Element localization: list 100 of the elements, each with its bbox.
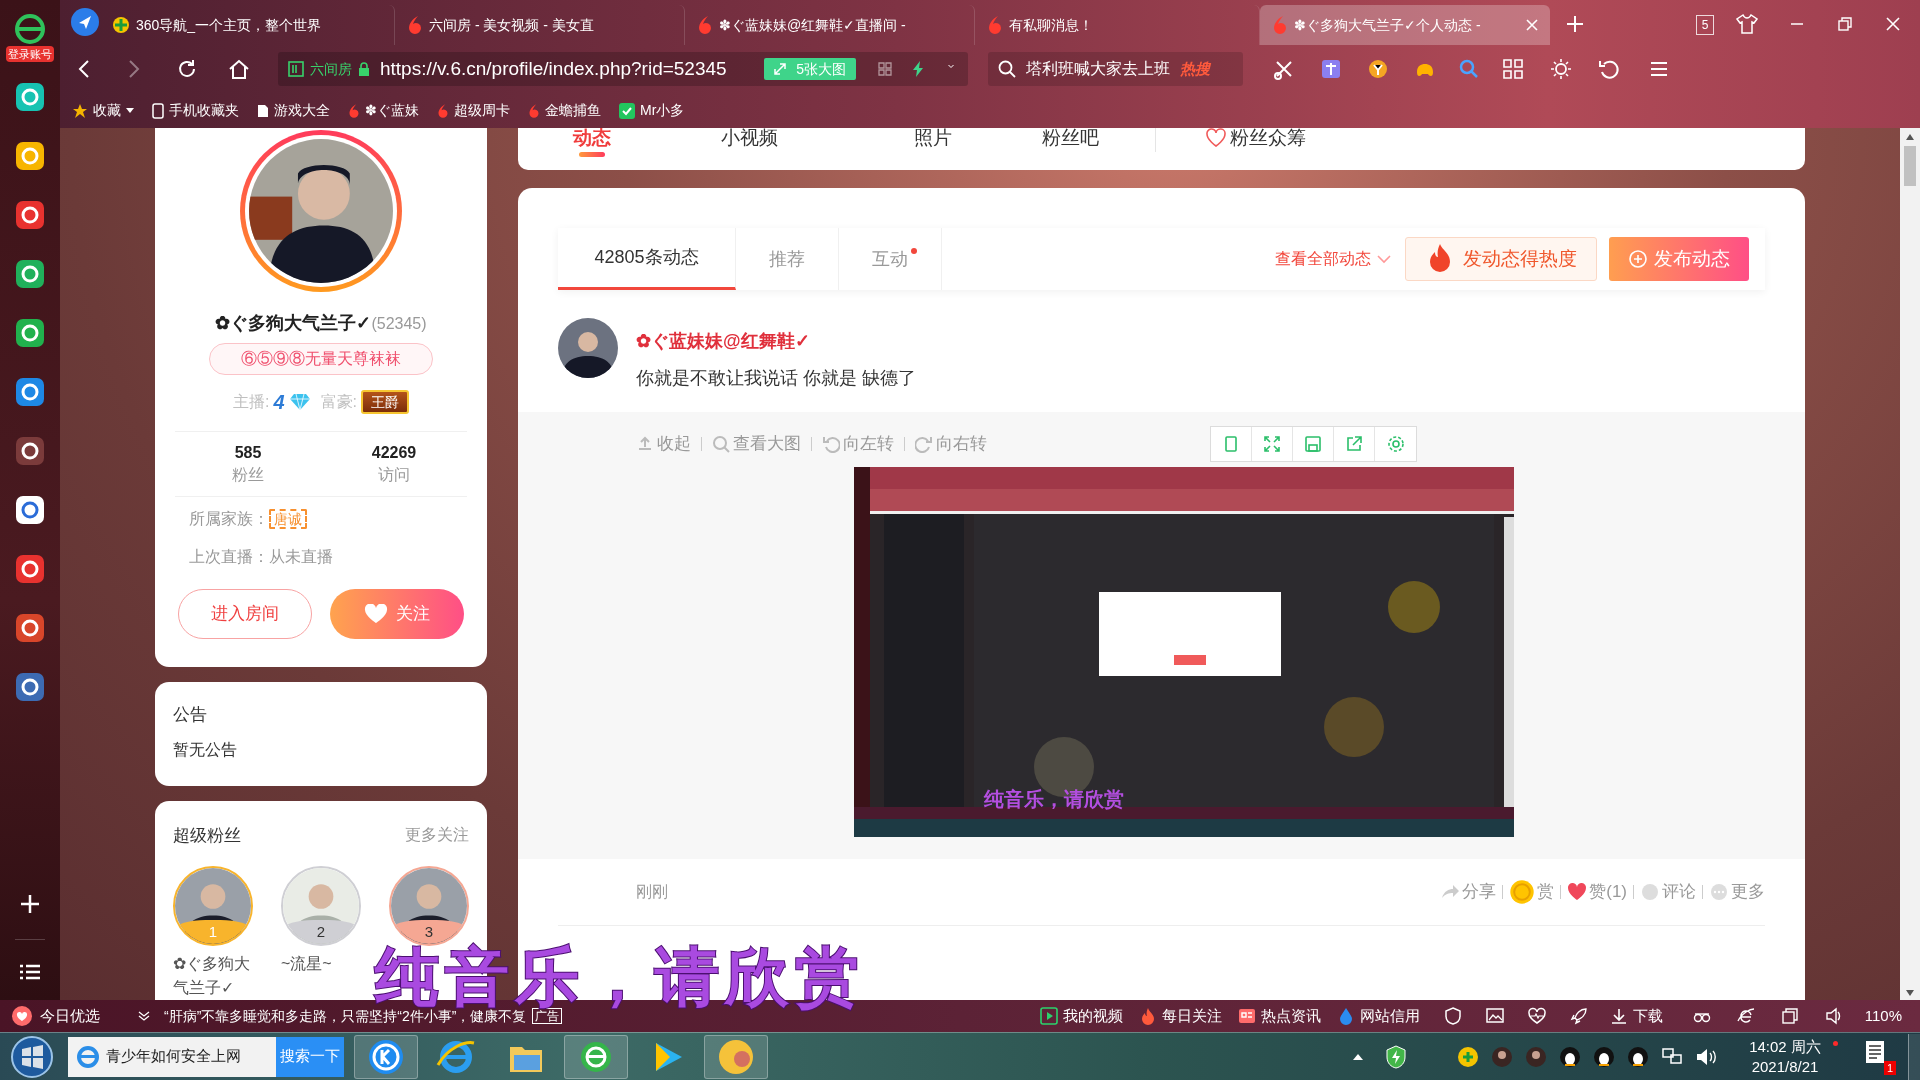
zoom-level[interactable]: 110% xyxy=(1864,1004,1902,1028)
new-tab-icon[interactable] xyxy=(1566,15,1584,33)
scroll-down-icon[interactable] xyxy=(1906,990,1914,996)
forward-icon[interactable] xyxy=(128,59,140,79)
feed-tab[interactable]: 42805条动态 xyxy=(558,228,736,290)
screenshot-caption: 纯音乐，请欣赏 xyxy=(984,788,1124,810)
home-icon[interactable] xyxy=(228,58,250,80)
browser-tab[interactable]: ✽ぐ多狗大气兰子✓个人动态 - xyxy=(1260,5,1550,45)
lock-icon xyxy=(358,62,370,76)
view-all-dropdown[interactable]: 查看全部动态 xyxy=(1275,247,1391,271)
heart-icon xyxy=(1567,882,1588,902)
browser-tab[interactable]: ✽ぐ蓝妹妹@红舞鞋✓直播间 - xyxy=(685,5,975,45)
start-button[interactable] xyxy=(10,1034,54,1079)
undo-icon[interactable] xyxy=(1598,58,1620,80)
avatar[interactable] xyxy=(1491,1045,1513,1068)
list-icon[interactable] xyxy=(20,964,40,980)
address-bar[interactable]: 六间房 https://v.6.cn/profile/index.php?rid=52345 5张大图 xyxy=(278,52,968,86)
video-icon xyxy=(1039,1007,1058,1025)
profile-name: ✿ぐ多狗大气兰子✓ xyxy=(215,312,372,335)
bookmark-item[interactable]: Mr小多 xyxy=(619,100,685,121)
fan-avatar[interactable]: 3 xyxy=(389,866,469,946)
browser-logo-icon[interactable] xyxy=(15,14,45,44)
status-bar-item[interactable]: 热点资讯 xyxy=(1237,1004,1321,1028)
fan-avatar[interactable]: 2 xyxy=(281,866,361,946)
bookmark-item[interactable]: 收藏 xyxy=(72,100,134,121)
rotate-left-icon xyxy=(822,435,840,453)
last-live-text: 上次直播：从未直播 xyxy=(188,547,334,567)
shirt-icon[interactable] xyxy=(1736,14,1758,34)
login-button[interactable]: 登录账号 xyxy=(6,46,54,62)
scroll-up-icon[interactable] xyxy=(1906,134,1914,140)
grid-icon[interactable] xyxy=(1502,58,1524,80)
nav-tab[interactable]: 粉丝众筹 xyxy=(1206,128,1306,148)
penguin-icon[interactable] xyxy=(1593,1045,1615,1068)
up-arrow-icon[interactable] xyxy=(1353,1053,1363,1060)
bookmark-item[interactable]: 游戏大全 xyxy=(257,100,330,121)
browser-tab[interactable]: 有私聊消息！ xyxy=(975,5,1260,45)
nav-tab[interactable]: 动态 xyxy=(573,128,611,157)
checkmark-icon xyxy=(619,102,635,119)
navigation-icon[interactable] xyxy=(70,7,100,37)
globe-icon xyxy=(112,16,130,34)
search-field[interactable]: 青少年如何安全上网 xyxy=(68,1036,276,1077)
fan-name[interactable]: ~流星~ xyxy=(281,952,332,976)
coin-icon[interactable] xyxy=(1367,58,1389,80)
browser-tab[interactable]: 六间房 - 美女视频 - 美女直 xyxy=(395,5,685,45)
speaker-icon[interactable] xyxy=(1824,1007,1843,1025)
comment-icon xyxy=(1640,882,1660,902)
translate-icon[interactable] xyxy=(1320,58,1342,80)
scissors-icon[interactable] xyxy=(1273,58,1295,80)
nav-tab[interactable]: 照片 xyxy=(914,128,952,148)
status-bar-item[interactable]: 下载 xyxy=(1609,1004,1663,1028)
heart-rate-icon[interactable] xyxy=(1527,1007,1546,1025)
penguin-icon[interactable] xyxy=(1559,1045,1581,1068)
window-icon[interactable] xyxy=(1780,1007,1799,1025)
tab-title: 六间房 - 美女视频 - 美女直 xyxy=(429,15,594,35)
scroll-thumb[interactable] xyxy=(1904,146,1916,186)
scrollbar[interactable] xyxy=(1900,128,1920,1000)
status-bar-item[interactable]: 网站信用 xyxy=(1336,1004,1420,1028)
anchor-level: 4 xyxy=(273,390,285,415)
close-icon[interactable] xyxy=(1526,19,1538,31)
clock[interactable]: 14:02 周六 2021/8/21 xyxy=(1737,1034,1833,1079)
reload-icon[interactable] xyxy=(176,58,198,80)
penguin-icon[interactable] xyxy=(1627,1045,1649,1068)
search-field[interactable]: 塔利班喊大家去上班 热搜 xyxy=(988,52,1243,86)
tab-title: 360导航_一个主页，整个世界 xyxy=(136,15,322,35)
avatar[interactable] xyxy=(1525,1045,1547,1068)
hot-search-label: 热搜 xyxy=(1180,58,1210,79)
nav-tab[interactable]: 小视频 xyxy=(721,128,778,148)
enter-room-button[interactable]: 进入房间 xyxy=(178,589,312,639)
promo-label[interactable]: 今日优选 xyxy=(40,1004,100,1028)
browser-tab[interactable]: 360导航_一个主页，整个世界 xyxy=(100,5,395,45)
chevron-down-icon xyxy=(1377,254,1391,264)
nav-tab[interactable]: 粉丝吧 xyxy=(1042,128,1099,148)
bookmark-item[interactable]: 手机收藏夹 xyxy=(152,100,239,121)
close-window-icon[interactable] xyxy=(1886,17,1900,31)
section-title: 超级粉丝 xyxy=(173,824,241,847)
shield-icon[interactable] xyxy=(1443,1007,1462,1025)
show-desktop-button[interactable] xyxy=(1908,1033,1920,1080)
lightning-icon[interactable] xyxy=(912,61,924,77)
rich-label: 富豪: xyxy=(320,392,357,412)
qr-icon[interactable] xyxy=(878,62,892,76)
back-icon[interactable] xyxy=(78,59,90,79)
bookmark-item[interactable]: 金蟾捕鱼 xyxy=(528,100,601,121)
status-bar-item[interactable]: 每日关注 xyxy=(1138,1004,1222,1028)
status-bar-item[interactable]: 我的视频 xyxy=(1039,1004,1123,1028)
image-icon[interactable] xyxy=(1485,1007,1504,1025)
bookmark-item[interactable]: ✽ぐ蓝妹 xyxy=(348,100,419,121)
add-icon[interactable] xyxy=(19,893,41,915)
bookmark-item[interactable]: 超级周卡 xyxy=(437,100,510,121)
rocket-icon[interactable] xyxy=(1569,1007,1588,1025)
browser-e-icon[interactable] xyxy=(1736,1007,1755,1025)
notification-button[interactable]: 1 xyxy=(1864,1038,1896,1075)
post-author[interactable]: ✿ぐ蓝妹妹@红舞鞋✓ xyxy=(636,328,916,355)
tab-count-button[interactable]: 5 xyxy=(1696,15,1714,35)
site-icon xyxy=(288,61,304,77)
brightness-icon[interactable] xyxy=(1550,58,1572,80)
restore-icon[interactable] xyxy=(1838,17,1852,31)
shield-icon[interactable] xyxy=(1385,1044,1407,1069)
upload-icon xyxy=(636,435,654,453)
chevron-icon[interactable] xyxy=(138,1011,150,1021)
fan-name[interactable]: ✿ぐ多狗大气兰子✓ xyxy=(173,952,253,1000)
